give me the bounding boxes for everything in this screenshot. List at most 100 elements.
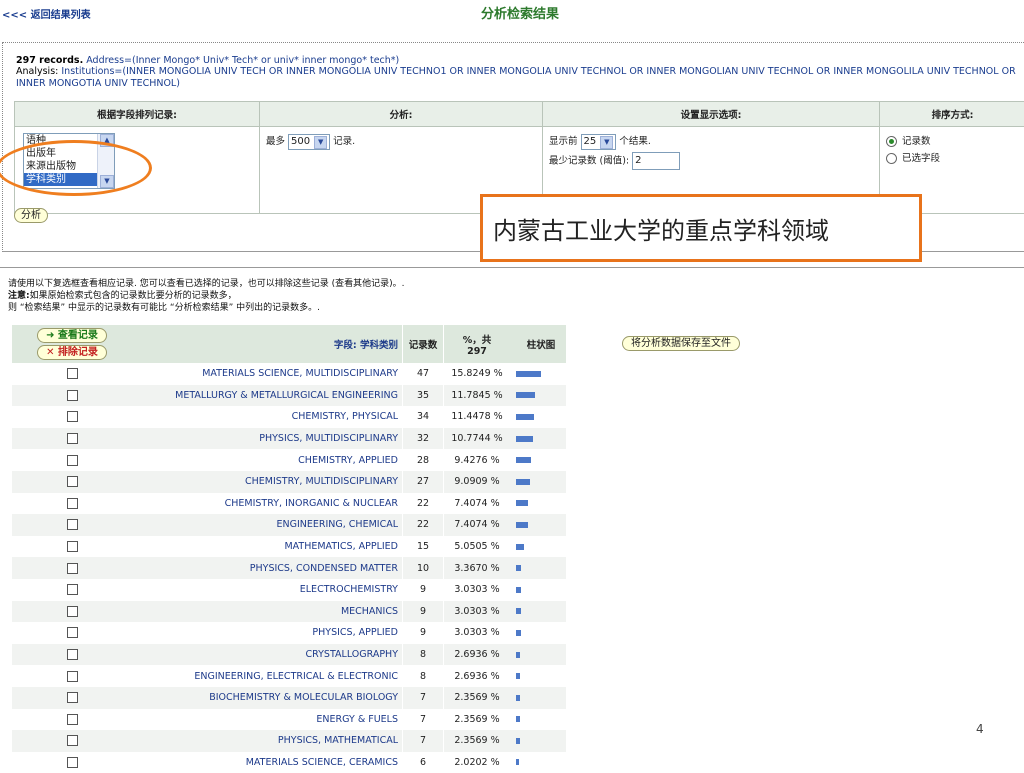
max-records-select[interactable]: 500▼: [288, 134, 330, 150]
row-bar: [516, 479, 530, 485]
max-prefix: 最多: [266, 136, 285, 147]
back-to-results-link[interactable]: <<< 返回结果列表: [2, 6, 91, 21]
row-checkbox[interactable]: [67, 519, 78, 530]
row-checkbox[interactable]: [67, 671, 78, 682]
row-percent: 2.0202 %: [444, 752, 511, 773]
row-field: CHEMISTRY, PHYSICAL: [132, 406, 403, 428]
row-checkbox[interactable]: [67, 411, 78, 422]
row-count: 47: [403, 363, 444, 385]
note-label: 注意:: [8, 291, 30, 301]
row-field: ENERGY & FUELS: [132, 709, 403, 731]
save-analysis-button[interactable]: 将分析数据保存至文件: [622, 336, 740, 351]
page-number: 4: [976, 722, 984, 736]
row-bar: [516, 695, 520, 701]
row-field: PHYSICS, MULTIDISCIPLINARY: [132, 428, 403, 450]
row-checkbox[interactable]: [67, 368, 78, 379]
row-percent: 5.0505 %: [444, 536, 511, 558]
row-field: MATERIALS SCIENCE, MULTIDISCIPLINARY: [132, 363, 403, 385]
row-checkbox[interactable]: [67, 735, 78, 746]
results-table: ➜ 查看记录 ✕ 排除记录 字段: 学科类别 记录数 %，共297 柱状图 MA…: [12, 325, 566, 773]
sort-by-count-radio[interactable]: [886, 136, 897, 147]
record-count: 297 records.: [16, 55, 83, 66]
row-checkbox[interactable]: [67, 433, 78, 444]
min-records-input[interactable]: 2: [632, 152, 680, 170]
row-field: METALLURGY & METALLURGICAL ENGINEERING: [132, 385, 403, 407]
row-field: ENGINEERING, ELECTRICAL & ELECTRONIC: [132, 665, 403, 687]
row-checkbox[interactable]: [67, 627, 78, 638]
row-count: 27: [403, 471, 444, 493]
row-checkbox[interactable]: [67, 390, 78, 401]
row-percent: 2.3569 %: [444, 709, 511, 731]
divider: [0, 267, 1024, 268]
highlight-ellipse: [0, 140, 152, 196]
table-row: ENGINEERING, ELECTRICAL & ELECTRONIC82.6…: [12, 665, 566, 687]
row-count: 28: [403, 449, 444, 471]
row-checkbox[interactable]: [67, 563, 78, 574]
show-results-select[interactable]: 25▼: [581, 134, 617, 150]
exclude-records-button[interactable]: ✕ 排除记录: [37, 345, 107, 360]
row-checkbox[interactable]: [67, 692, 78, 703]
row-checkbox[interactable]: [67, 455, 78, 466]
table-row: CHEMISTRY, MULTIDISCIPLINARY279.0909 %: [12, 471, 566, 493]
row-field: CHEMISTRY, APPLIED: [132, 449, 403, 471]
row-checkbox[interactable]: [67, 476, 78, 487]
row-bar: [516, 652, 520, 658]
row-bar: [516, 414, 534, 420]
table-row: PHYSICS, MATHEMATICAL72.3569 %: [12, 730, 566, 752]
row-checkbox[interactable]: [67, 584, 78, 595]
show-suffix: 个结果.: [619, 136, 651, 147]
sort-by-field-radio[interactable]: [886, 153, 897, 164]
header-sort-by: 排序方式:: [880, 102, 1024, 127]
row-percent: 15.8249 %: [444, 363, 511, 385]
row-checkbox[interactable]: [67, 498, 78, 509]
row-percent: 3.3670 %: [444, 557, 511, 579]
table-row: MATERIALS SCIENCE, MULTIDISCIPLINARY4715…: [12, 363, 566, 385]
row-checkbox[interactable]: [67, 541, 78, 552]
row-checkbox[interactable]: [67, 649, 78, 660]
record-summary: 297 records. Address=(Inner Mongo* Univ*…: [16, 55, 399, 66]
row-field: ELECTROCHEMISTRY: [132, 579, 403, 601]
analyze-button[interactable]: 分析: [14, 208, 48, 223]
row-checkbox[interactable]: [67, 606, 78, 617]
row-percent: 11.4478 %: [444, 406, 511, 428]
max-suffix: 记录.: [333, 136, 355, 147]
row-bar: [516, 587, 521, 593]
header-rank-by-field: 根据字段排列记录:: [15, 102, 260, 127]
table-row: MATERIALS SCIENCE, CERAMICS62.0202 %: [12, 752, 566, 773]
view-records-button[interactable]: ➜ 查看记录: [37, 328, 107, 343]
row-field: PHYSICS, MATHEMATICAL: [132, 730, 403, 752]
bar-column-header: 柱状图: [510, 325, 566, 363]
table-row: CHEMISTRY, INORGANIC & NUCLEAR227.4074 %: [12, 493, 566, 515]
row-bar: [516, 673, 520, 679]
row-count: 22: [403, 493, 444, 515]
row-percent: 7.4074 %: [444, 493, 511, 515]
row-field: BIOCHEMISTRY & MOLECULAR BIOLOGY: [132, 687, 403, 709]
row-bar: [516, 565, 521, 571]
row-count: 22: [403, 514, 444, 536]
row-field: ENGINEERING, CHEMICAL: [132, 514, 403, 536]
row-bar: [516, 436, 533, 442]
row-count: 9: [403, 601, 444, 623]
table-row: ELECTROCHEMISTRY93.0303 %: [12, 579, 566, 601]
table-row: PHYSICS, MULTIDISCIPLINARY3210.7744 %: [12, 428, 566, 450]
row-count: 32: [403, 428, 444, 450]
table-row: METALLURGY & METALLURGICAL ENGINEERING35…: [12, 385, 566, 407]
row-count: 7: [403, 687, 444, 709]
row-checkbox[interactable]: [67, 757, 78, 768]
table-row: CHEMISTRY, PHYSICAL3411.4478 %: [12, 406, 566, 428]
table-row: PHYSICS, CONDENSED MATTER103.3670 %: [12, 557, 566, 579]
header-analyze: 分析:: [260, 102, 543, 127]
row-count: 7: [403, 709, 444, 731]
sort-by-field-label: 已选字段: [902, 153, 940, 164]
row-field: PHYSICS, CONDENSED MATTER: [132, 557, 403, 579]
row-percent: 2.6936 %: [444, 644, 511, 666]
row-bar: [516, 371, 541, 377]
analysis-text: Institutions=(INNER MONGOLIA UNIV TECH O…: [16, 66, 1016, 89]
percent-column-header: %，共297: [444, 325, 511, 363]
row-checkbox[interactable]: [67, 714, 78, 725]
instruction-line-2: 如果原始检索式包含的记录数比要分析的记录数多，: [30, 291, 237, 301]
row-percent: 2.6936 %: [444, 665, 511, 687]
row-count: 6: [403, 752, 444, 773]
header-display-options: 设置显示选项:: [543, 102, 880, 127]
table-row: MECHANICS93.0303 %: [12, 601, 566, 623]
